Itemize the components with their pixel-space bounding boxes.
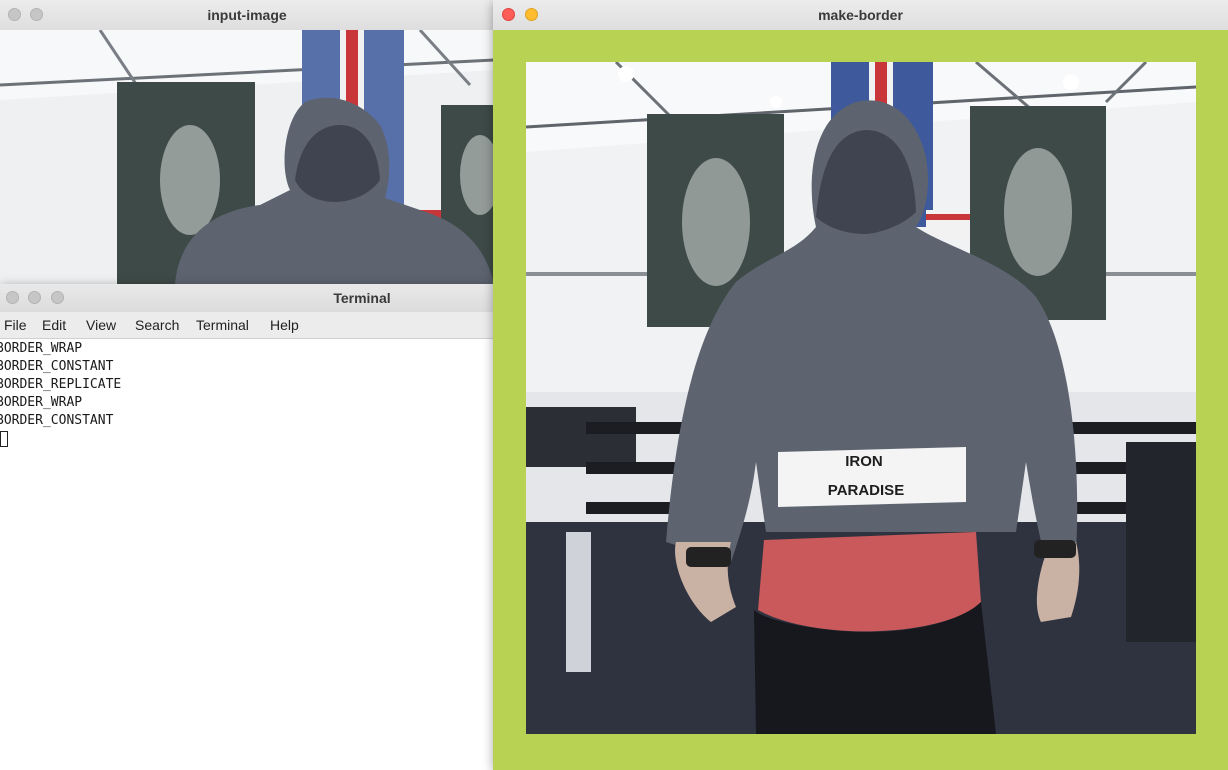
window-title: make-border [818,7,903,23]
menu-terminal[interactable]: Terminal [196,317,249,333]
minimize-icon[interactable] [30,8,43,21]
terminal-titlebar[interactable]: Terminal [0,284,494,313]
close-icon[interactable] [8,8,21,21]
window-title: input-image [207,7,287,23]
menu-search[interactable]: Search [135,317,179,333]
minimize-icon[interactable] [525,8,538,21]
terminal-line: BORDER_CONSTANT [0,359,114,374]
make-border-titlebar[interactable]: make-border [493,0,1228,31]
terminal-menubar: File Edit View Search Terminal Help [0,312,494,339]
menu-file[interactable]: File [4,317,27,333]
menu-edit[interactable]: Edit [42,317,66,333]
input-image-titlebar[interactable]: input-image [0,0,494,31]
belt-text-line2: PARADISE [828,482,904,499]
input-image-view [0,30,494,284]
terminal-output[interactable]: BORDER_WRAP BORDER_CONSTANT BORDER_REPLI… [0,340,494,770]
terminal-line: BORDER_WRAP [0,395,83,410]
border-image-view: IRON PARADISE [493,30,1228,770]
make-border-window[interactable]: make-border IRON PARADISE [493,0,1228,770]
text-cursor [0,430,8,447]
menu-view[interactable]: View [86,317,116,333]
bordered-photo: IRON PARADISE [526,62,1196,734]
window-title: Terminal [333,290,391,306]
menu-help[interactable]: Help [270,317,299,333]
photo-graphic: IRON PARADISE [526,62,1196,734]
maximize-icon[interactable] [51,291,64,304]
close-icon[interactable] [502,8,515,21]
terminal-line: BORDER_WRAP [0,341,83,356]
belt-text-line1: IRON [845,453,883,470]
terminal-line: BORDER_CONSTANT [0,413,114,428]
input-image-window[interactable]: input-image [0,0,494,284]
close-icon[interactable] [6,291,19,304]
terminal-line: BORDER_REPLICATE [0,377,122,392]
terminal-window[interactable]: Terminal File Edit View Search Terminal … [0,284,494,770]
minimize-icon[interactable] [28,291,41,304]
input-photo [0,30,494,284]
terminal-prompt[interactable] [0,430,494,448]
